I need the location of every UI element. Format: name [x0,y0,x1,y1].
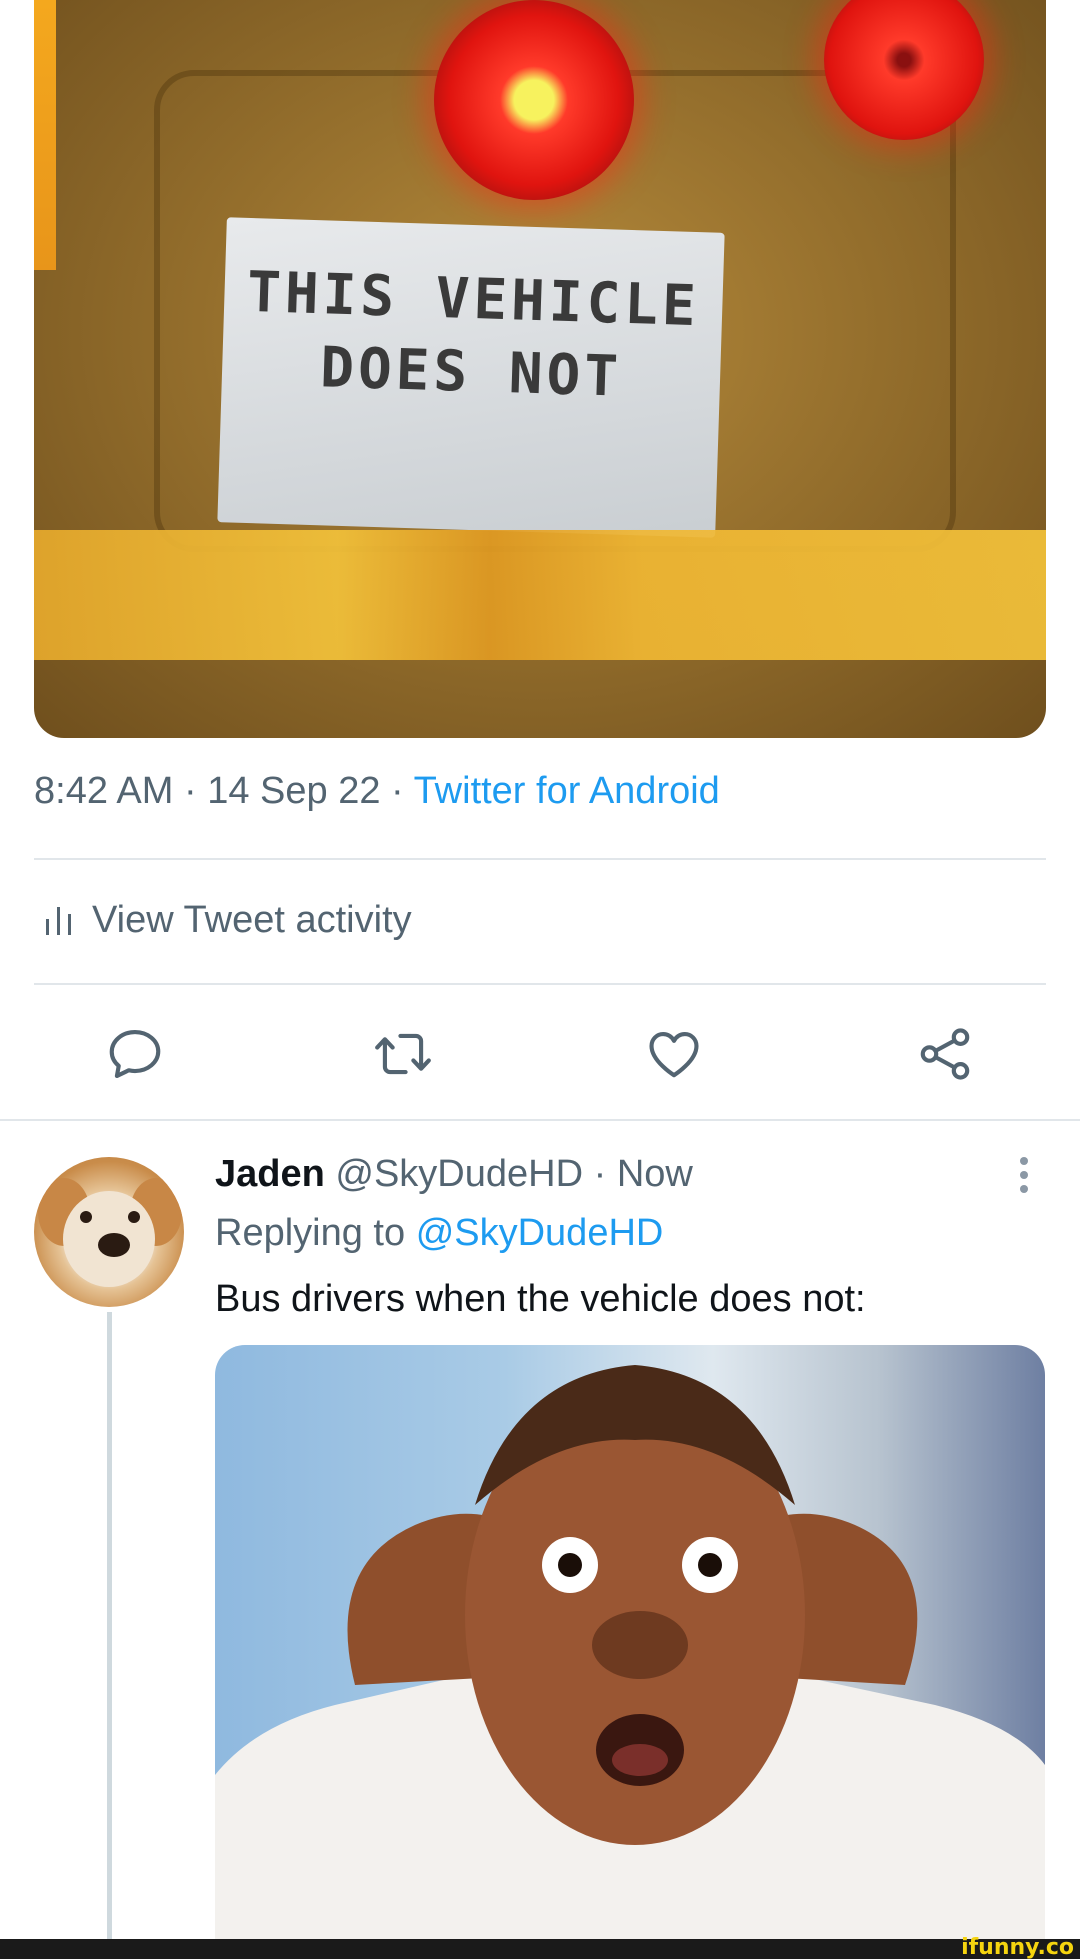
thread-line [107,1312,112,1959]
tweet-source-link[interactable]: Twitter for Android [414,770,720,812]
meta-separator: · [593,1153,607,1195]
surprised-man-image [215,1365,1045,1959]
dog-avatar-image [38,1178,182,1287]
tweet-media-image[interactable]: THIS VEHICLE DOES NOT [34,0,1046,738]
replying-to-label: Replying to [215,1212,406,1254]
bus-side-stripe [34,0,56,270]
meta-separator: · [391,770,404,812]
tweet-time[interactable]: 8:42 AM [34,770,173,812]
retweet-icon[interactable] [372,1023,434,1085]
more-options-icon[interactable] [1010,1155,1038,1195]
tweet-timestamp: 8:42 AM · 14 Sep 22 · Twitter for Androi… [34,770,720,813]
divider [34,983,1046,985]
divider [34,858,1046,860]
footer-bar [0,1939,1080,1959]
reply-icon[interactable] [104,1023,166,1085]
sign-line-1: THIS VEHICLE [246,259,701,340]
divider [0,1119,1080,1121]
sign-line-2: DOES NOT [319,335,623,410]
ifunny-watermark: ifunny.co [961,1935,1074,1960]
view-tweet-activity-button[interactable]: View Tweet activity [34,895,412,945]
share-icon[interactable] [914,1023,976,1085]
analytics-icon [46,907,71,935]
reply-text: Bus drivers when the vehicle does not: [215,1278,866,1320]
bus-reflector-strip [34,530,1046,660]
avatar[interactable] [34,1157,184,1307]
vehicle-sign: THIS VEHICLE DOES NOT [217,217,725,538]
replying-to: Replying to @SkyDudeHD [215,1212,663,1255]
reply-author-name[interactable]: Jaden [215,1153,325,1195]
reply-header: Jaden @SkyDudeHD · Now [215,1153,693,1196]
reply-author-handle[interactable]: @SkyDudeHD [335,1153,583,1195]
reply-time[interactable]: Now [617,1153,693,1195]
like-icon[interactable] [643,1023,705,1085]
reply-media-image[interactable] [215,1345,1045,1959]
meta-separator: · [183,770,197,812]
tweet-date[interactable]: 14 Sep 22 [207,770,380,812]
replying-to-handle[interactable]: @SkyDudeHD [416,1212,664,1254]
bus-warning-light [434,0,634,200]
view-tweet-activity-label: View Tweet activity [92,898,412,941]
